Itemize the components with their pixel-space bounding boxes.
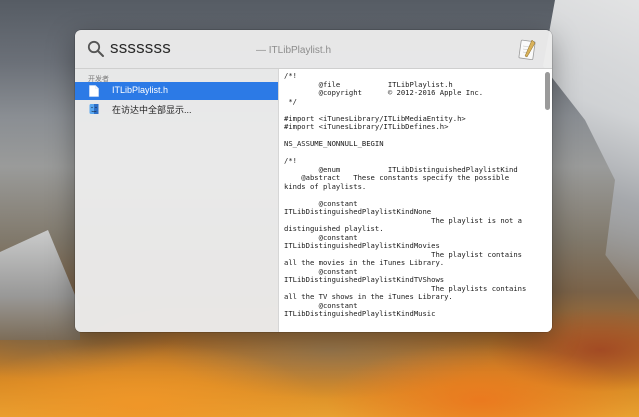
code-line: #import <iTunesLibrary/ITLibDefines.h> [284,122,449,131]
search-bar[interactable]: sssssss — ITLibPlaylist.h [75,30,552,68]
file-preview-pane[interactable]: /*! @file ITLibPlaylist.h @copyright © 2… [279,69,552,332]
result-item-label: 在访达中全部显示... [112,105,192,115]
result-item-itlibplaylist[interactable]: ITLibPlaylist.h [75,82,278,100]
code-line: ITLibDistinguishedPlaylistKindMusic [284,309,436,318]
code-line: kinds of playlists. [284,181,367,191]
search-icon [87,40,104,57]
search-completion-hint: — ITLibPlaylist.h [256,45,332,56]
result-item-show-all-in-finder[interactable]: 在访达中全部显示... [75,100,278,118]
preview-scrollbar[interactable] [545,72,550,110]
header-file-icon [89,85,99,97]
code-line: @copyright © 2012-2016 Apple Inc. [284,88,484,97]
result-item-label: ITLibPlaylist.h [112,85,169,95]
spotlight-window: sssssss — ITLibPlaylist.h 开发者 ITLibPlayl… [75,30,552,332]
code-preview: /*! @file ITLibPlaylist.h @copyright © 2… [284,71,542,319]
code-line: NS_ASSUME_NONNULL_BEGIN [284,139,384,148]
code-line: */ [284,96,297,106]
results-list: 开发者 ITLibPlaylist.h 在访达中全部显示... [75,69,278,332]
finder-icon [89,104,99,114]
text-document-icon [518,39,536,61]
search-input[interactable]: sssssss [110,38,171,58]
